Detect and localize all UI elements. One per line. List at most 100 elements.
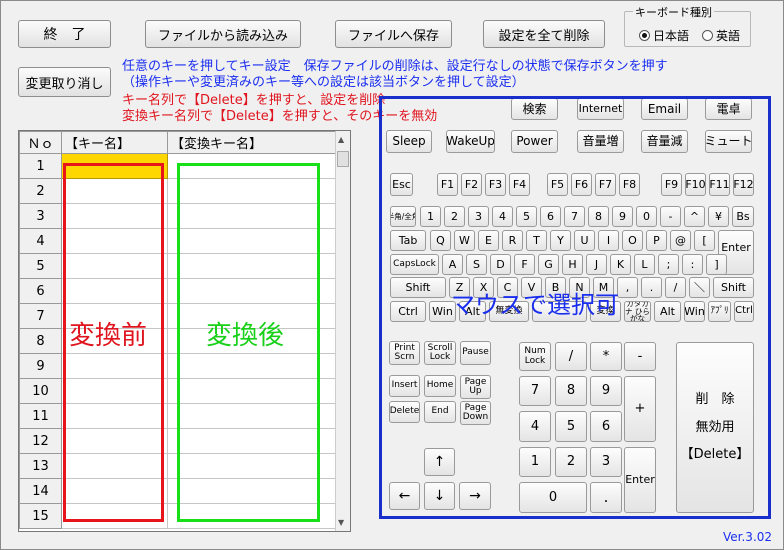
key-scrolllock[interactable]: Scroll Lock	[424, 341, 456, 365]
key-f8[interactable]: F8	[619, 173, 640, 196]
key-numpad-8[interactable]: 8	[555, 376, 587, 406]
key-y[interactable]: Y	[550, 230, 571, 251]
key-pagedown[interactable]: Page Down	[460, 401, 491, 425]
key-arrow-down[interactable]: ↓	[424, 482, 455, 510]
grid-scrollbar[interactable]: ▲ ▼	[335, 131, 350, 531]
key-f[interactable]: F	[514, 254, 535, 275]
key-o[interactable]: O	[622, 230, 643, 251]
key-2[interactable]: 2	[444, 206, 465, 227]
key-f6[interactable]: F6	[571, 173, 592, 196]
key-numpad-star[interactable]: *	[590, 342, 622, 371]
key-j[interactable]: J	[586, 254, 607, 275]
key-pause[interactable]: Pause	[460, 341, 491, 365]
key-f4[interactable]: F4	[509, 173, 530, 196]
key-p[interactable]: P	[646, 230, 667, 251]
clear-all-button[interactable]: 設定を全て削除	[483, 20, 605, 48]
key-s[interactable]: S	[466, 254, 487, 275]
key-home[interactable]: Home	[424, 375, 456, 397]
key-numpad-enter[interactable]: Enter	[624, 447, 656, 513]
key-numlock[interactable]: Num Lock	[519, 342, 551, 371]
key-backslash[interactable]: ＼	[689, 277, 710, 298]
key-insert[interactable]: Insert	[389, 375, 420, 397]
key-win-right[interactable]: Win	[684, 301, 705, 322]
key-f3[interactable]: F3	[485, 173, 506, 196]
key-f5[interactable]: F5	[547, 173, 568, 196]
key-h[interactable]: H	[562, 254, 583, 275]
key-9[interactable]: 9	[612, 206, 633, 227]
key-numpad-5[interactable]: 5	[555, 411, 587, 442]
key-backspace[interactable]: Bs	[732, 206, 754, 227]
key-end[interactable]: End	[424, 401, 456, 423]
key-numpad-3[interactable]: 3	[590, 447, 622, 477]
key-d[interactable]: D	[490, 254, 511, 275]
key-shift-left[interactable]: Shift	[390, 277, 446, 298]
key-numpad-0[interactable]: 0	[519, 482, 587, 513]
key-3[interactable]: 3	[468, 206, 489, 227]
key-minus[interactable]: -	[660, 206, 681, 227]
key-q[interactable]: Q	[430, 230, 451, 251]
key-5[interactable]: 5	[516, 206, 537, 227]
scroll-thumb[interactable]	[337, 151, 349, 167]
key-a[interactable]: A	[442, 254, 463, 275]
key-6[interactable]: 6	[540, 206, 561, 227]
key-g[interactable]: G	[538, 254, 559, 275]
key-l[interactable]: L	[634, 254, 655, 275]
key-4[interactable]: 4	[492, 206, 513, 227]
scroll-up-icon[interactable]: ▲	[338, 135, 344, 144]
key-alt-right[interactable]: Alt	[654, 301, 681, 322]
key-app[interactable]: ｱﾌﾟﾘ	[708, 301, 731, 322]
key-slash[interactable]: /	[665, 277, 686, 298]
radio-english[interactable]: 英語	[702, 27, 740, 44]
key-k[interactable]: K	[610, 254, 631, 275]
key-bracket-open[interactable]: [	[694, 230, 715, 251]
key-t[interactable]: T	[526, 230, 547, 251]
key-f1[interactable]: F1	[437, 173, 458, 196]
key-f2[interactable]: F2	[461, 173, 482, 196]
key-numpad-2[interactable]: 2	[555, 447, 587, 477]
key-f7[interactable]: F7	[595, 173, 616, 196]
key-pageup[interactable]: Page Up	[460, 375, 491, 399]
key-f9[interactable]: F9	[661, 173, 682, 196]
key-capslock[interactable]: CapsLock	[390, 254, 439, 275]
key-e[interactable]: E	[478, 230, 499, 251]
key-f10[interactable]: F10	[685, 173, 706, 196]
key-kana[interactable]: カタカナ ひらがな	[624, 301, 651, 322]
key-at[interactable]: @	[670, 230, 691, 251]
key-r[interactable]: R	[502, 230, 523, 251]
key-hankaku[interactable]: 半角/全角	[390, 206, 416, 227]
key-1[interactable]: 1	[420, 206, 441, 227]
key-8[interactable]: 8	[588, 206, 609, 227]
quit-button[interactable]: 終 了	[18, 20, 111, 48]
scroll-down-icon[interactable]: ▼	[338, 518, 344, 527]
key-esc[interactable]: Esc	[390, 173, 413, 196]
key-ctrl-right[interactable]: Ctrl	[734, 301, 754, 322]
key-arrow-left[interactable]: ←	[389, 482, 420, 510]
key-numpad-minus[interactable]: -	[624, 342, 656, 371]
key-numpad-4[interactable]: 4	[519, 411, 551, 442]
key-shift-right[interactable]: Shift	[713, 277, 754, 298]
key-ctrl-left[interactable]: Ctrl	[390, 301, 426, 322]
key-arrow-right[interactable]: →	[459, 482, 491, 510]
key-f11[interactable]: F11	[709, 173, 730, 196]
key-numpad-dot[interactable]: .	[590, 482, 622, 513]
undo-button[interactable]: 変更取り消し	[18, 67, 111, 97]
key-period[interactable]: .	[641, 277, 662, 298]
key-caret[interactable]: ^	[684, 206, 705, 227]
key-yen[interactable]: ¥	[708, 206, 729, 227]
key-0[interactable]: 0	[636, 206, 657, 227]
key-comma[interactable]: ,	[617, 277, 638, 298]
key-numpad-9[interactable]: 9	[590, 376, 622, 406]
key-delete[interactable]: Delete	[389, 401, 420, 423]
key-bracket-close[interactable]: ]	[706, 254, 727, 275]
key-numpad-slash[interactable]: /	[555, 342, 587, 371]
key-arrow-up[interactable]: ↑	[424, 448, 455, 476]
key-numpad-7[interactable]: 7	[519, 376, 551, 406]
key-f12[interactable]: F12	[733, 173, 754, 196]
key-u[interactable]: U	[574, 230, 595, 251]
save-file-button[interactable]: ファイルへ保存	[335, 20, 452, 48]
key-tab[interactable]: Tab	[390, 230, 426, 251]
key-w[interactable]: W	[454, 230, 475, 251]
delete-disable-button[interactable]: 削 除 無効用 【Delete】	[676, 342, 754, 513]
key-printscreen[interactable]: Print Scrn	[389, 341, 420, 365]
radio-japanese[interactable]: 日本語	[639, 27, 689, 44]
